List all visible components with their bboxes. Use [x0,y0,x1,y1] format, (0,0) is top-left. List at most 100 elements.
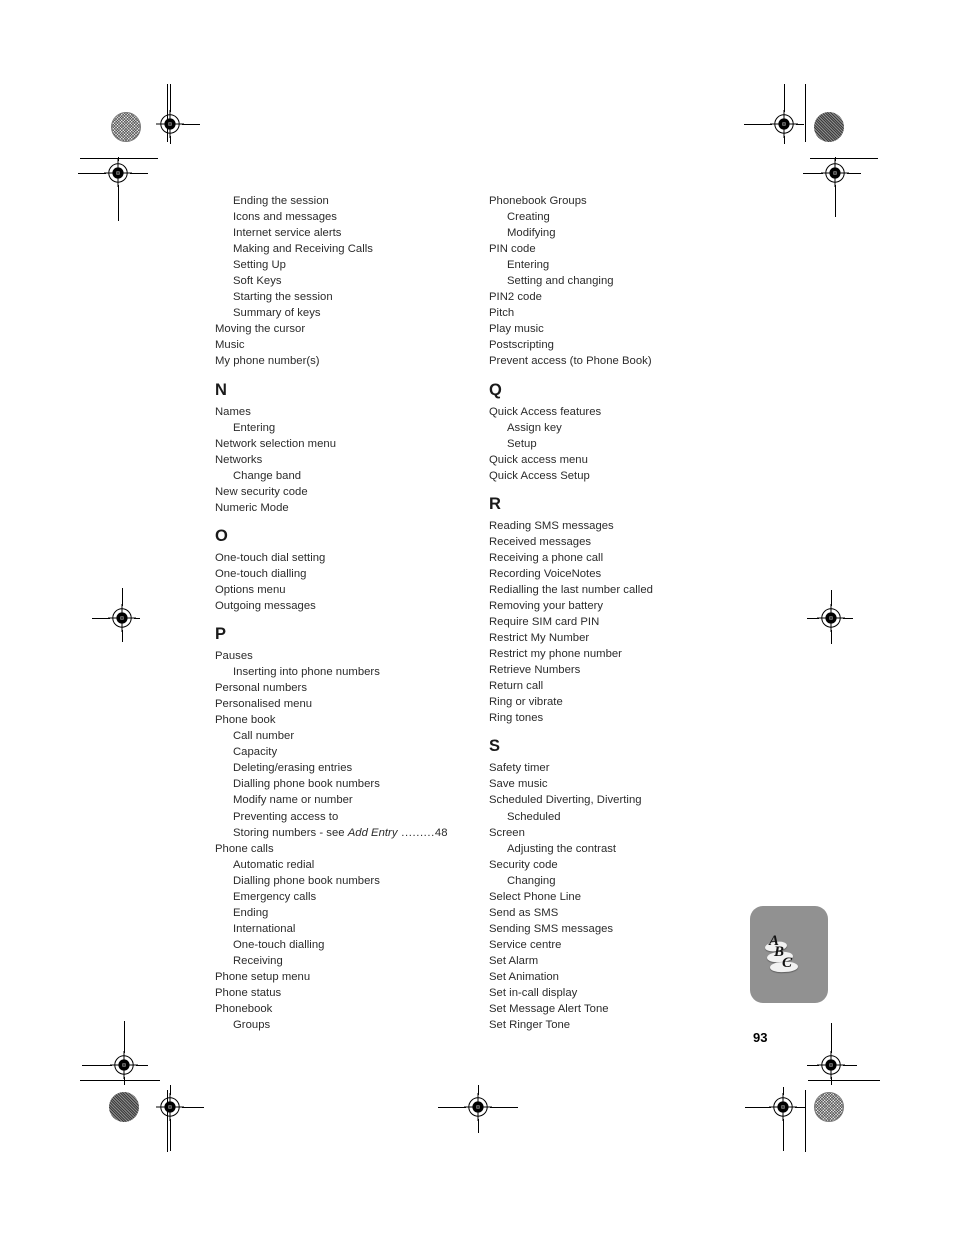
crop-rule-horizontal [744,124,772,125]
crop-rule-horizontal [130,173,148,174]
index-entry: Quick access menu [489,453,588,466]
crop-rule-vertical [783,1119,784,1151]
index-entry: Networks [215,453,263,466]
index-subentry: One-touch dialling [233,938,325,951]
index-entry: Removing your battery [489,599,604,612]
crop-rule-horizontal [78,173,106,174]
index-entry: Set Animation [489,970,559,983]
index-entry: Receiving a phone call [489,551,604,564]
index-entry: Quick Access features [489,405,602,418]
index-subentry: Creating [507,211,550,224]
index-entry: Reading SMS messages [489,519,614,532]
index-subentry: Receiving [233,954,283,967]
crop-rule-vertical [478,1119,479,1133]
index-entry: Pitch [489,307,515,320]
index-entry: Prevent access (to Phone Book) [489,355,652,368]
index-entry: New security code [215,485,308,498]
index-subentry: Scheduled [507,810,561,823]
crop-rule-vertical [831,1077,832,1085]
index-entry: Outgoing messages [215,599,316,612]
crop-rule-horizontal [182,124,200,125]
index-entry: Safety timer [489,762,550,775]
index-entry: Phone calls [215,842,274,855]
index-letter-heading: P [215,625,227,644]
index-entry: Send as SMS [489,906,559,919]
index-subentry: Inserting into phone numbers [233,666,380,679]
index-entry: Phone book [215,714,276,727]
crop-rule-horizontal [490,1107,518,1108]
crop-rule-horizontal [796,124,804,125]
index-subentry: Soft Keys [233,275,282,288]
index-letter-heading: R [489,494,501,513]
index-entry: Names [215,405,251,418]
index-entry: Numeric Mode [215,501,289,514]
index-subentry: Setting Up [233,259,286,272]
index-entry: One-touch dialling [215,567,307,580]
crop-rule-horizontal [92,618,110,619]
index-entry: Ring or vibrate [489,696,563,709]
crop-rule-vertical [831,1023,832,1053]
index-subentry: Entering [507,259,550,272]
index-entry: Options menu [215,583,286,596]
crop-rule-vertical [478,1085,479,1095]
index-entry-page-number: 48 [434,826,448,839]
index-dot-leader: ......... [397,826,435,839]
index-subentry: Modifying [507,227,556,240]
index-subentry: Icons and messages [233,211,337,224]
index-entry: Phonebook [215,1003,273,1016]
crop-rule-vertical [784,84,785,112]
index-subentry: Groups [233,1019,271,1032]
index-subentry: Change band [233,469,302,482]
index-entry: Ring tones [489,712,544,725]
crop-rule-vertical [118,185,119,221]
crop-rule-horizontal [438,1107,466,1108]
crop-rule-horizontal [80,1080,160,1081]
index-letter-heading: S [489,737,501,756]
printed-page: Ending the session Icons and messages Inte… [0,0,954,1235]
index-entry: Received messages [489,535,592,548]
index-entry: Phone status [215,987,282,1000]
print-density-dot [814,112,844,142]
index-entry: Postscripting [489,339,554,352]
index-subentry: International [233,922,296,935]
index-subentry: Preventing access to [233,810,339,823]
index-subentry: Setting and changing [507,275,614,288]
crop-rule-horizontal [82,1065,112,1066]
index-subentry: Ending [233,906,269,919]
index-entry-label: Storing numbers - see [233,826,348,839]
index-subentry: Emergency calls [233,890,317,903]
crop-rule-horizontal [810,158,878,159]
index-entry: Set Message Alert Tone [489,1003,609,1016]
crop-rule-vertical [170,84,171,112]
crop-rule-vertical [805,1090,806,1152]
index-entry: Recording VoiceNotes [489,567,602,580]
index-entry: Sending SMS messages [489,922,614,935]
crop-rule-vertical [124,1077,125,1085]
print-density-dot [814,1092,844,1122]
index-entry: Retrieve Numbers [489,664,581,677]
index-entry: Redialling the last number called [489,583,653,596]
index-entry: Play music [489,323,544,336]
crop-rule-horizontal [803,173,823,174]
crop-rule-vertical [122,588,123,606]
crop-rule-horizontal [745,1107,771,1108]
index-entry: Pauses [215,650,253,663]
print-density-dot [109,1092,139,1122]
index-entry: Service centre [489,938,562,951]
index-subentry: Ending the session [233,195,329,207]
crop-rule-horizontal [182,1107,204,1108]
index-subentry: Capacity [233,746,278,759]
index-entry-cross-reference: Add Entry [347,826,398,839]
crop-rule-horizontal [807,1065,819,1066]
index-column-left: Ending the session Icons and messages Inte… [215,193,485,1033]
crop-rule-horizontal [843,618,853,619]
abc-logo-icon: A B C [764,932,814,980]
index-subentry: Changing [507,874,556,887]
crop-rule-horizontal [807,618,819,619]
crop-rule-vertical [124,1021,125,1053]
crop-rule-vertical [783,1087,784,1095]
index-letter-heading: N [215,380,227,399]
crop-rule-vertical [167,84,168,142]
index-subentry: Adjusting the contrast [507,842,617,855]
index-entry: Security code [489,858,558,871]
